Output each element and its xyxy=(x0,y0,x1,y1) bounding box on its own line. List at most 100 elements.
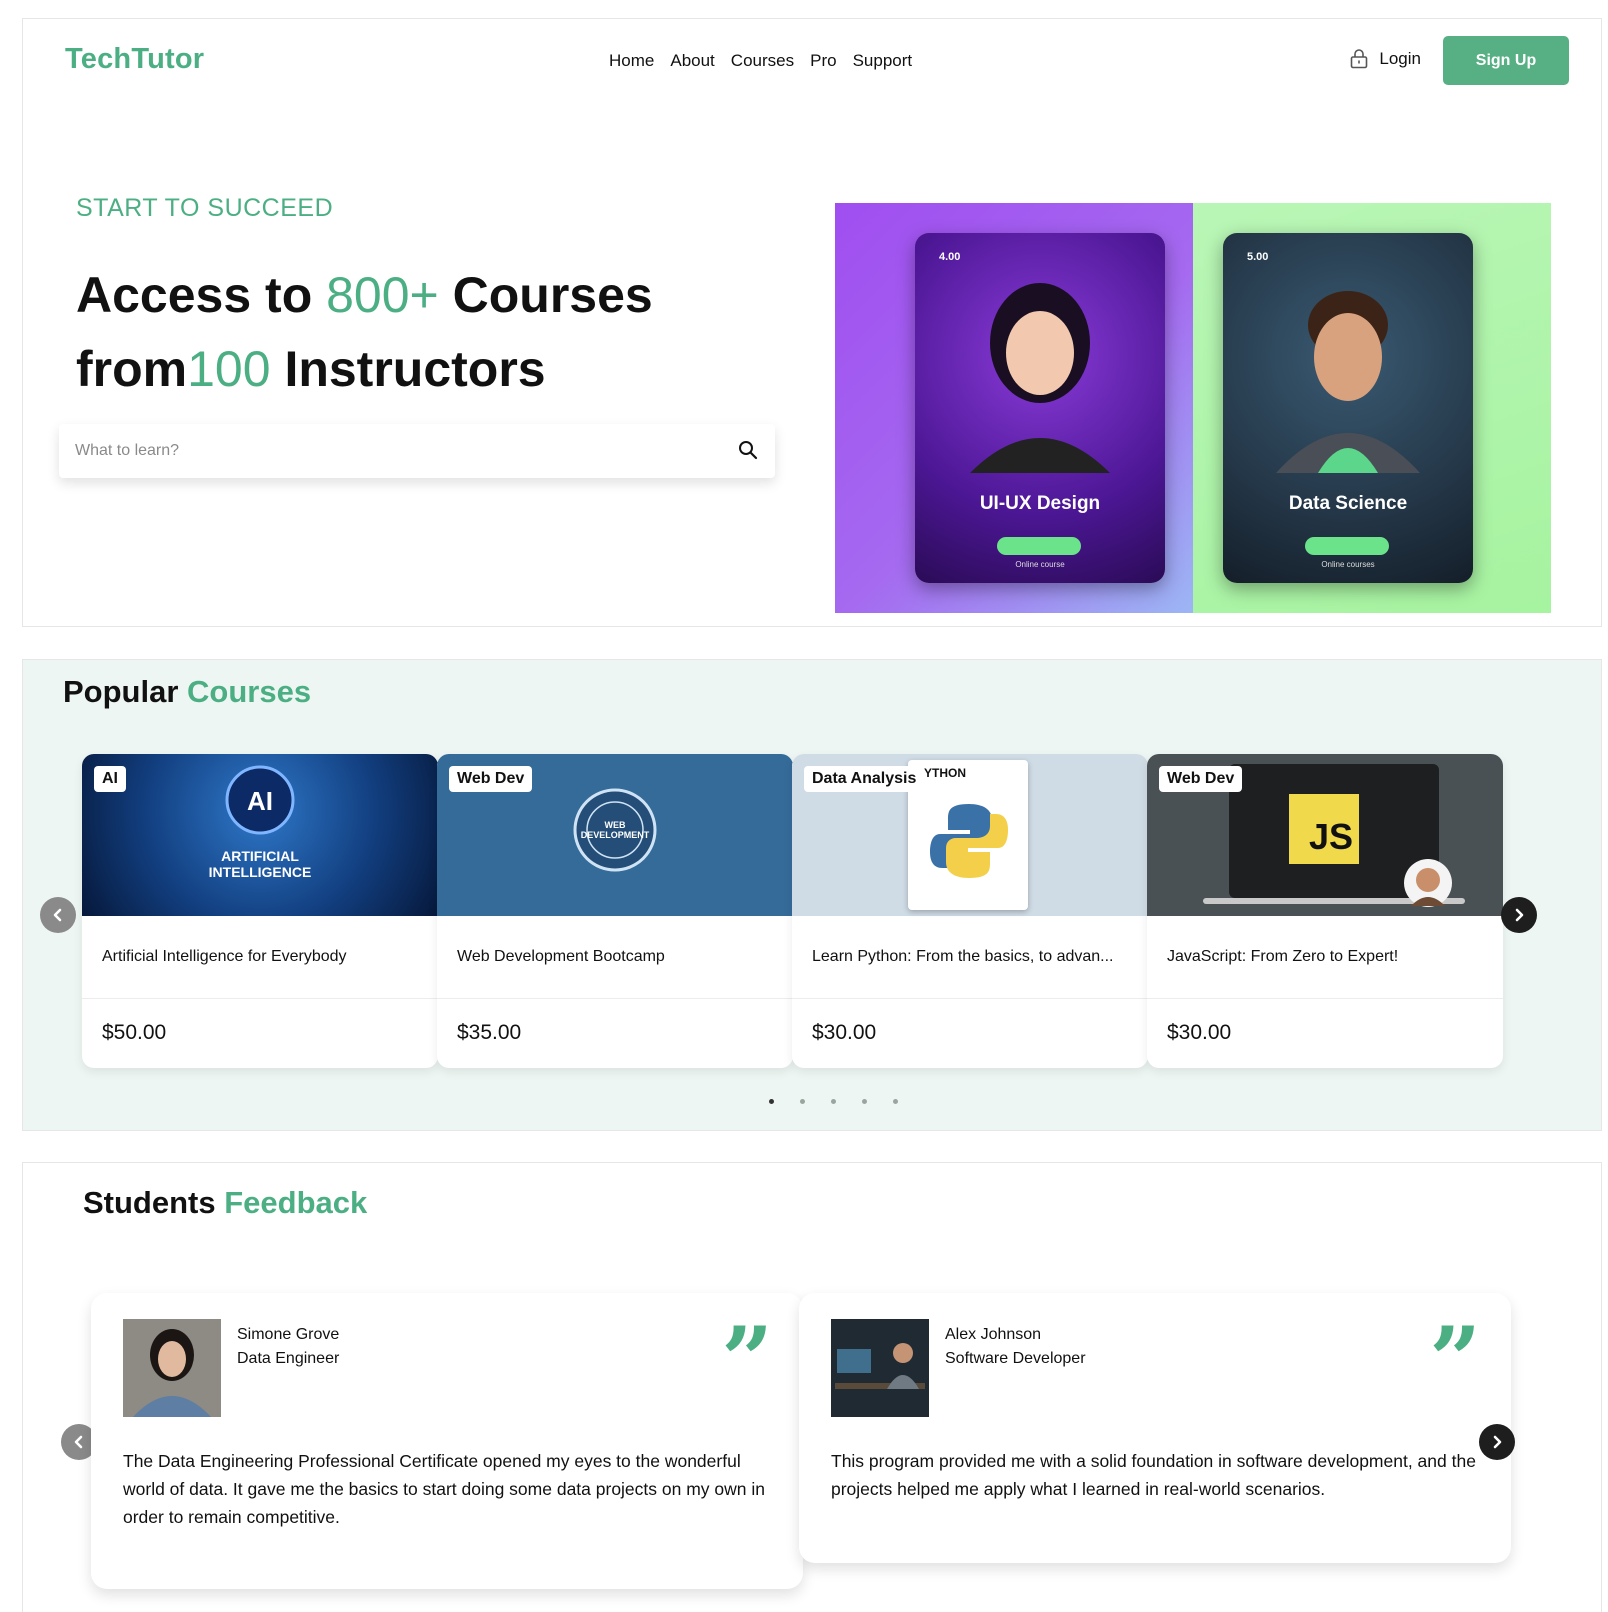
course-category-tag: Data Analysis xyxy=(804,766,925,792)
courses-next-button[interactable] xyxy=(1501,897,1537,933)
thumbnail-caption: WEB DEVELOPMENT xyxy=(580,820,650,840)
carousel-dot[interactable] xyxy=(800,1099,805,1104)
card-art-subtitle: Online courses xyxy=(1321,560,1375,569)
testimonial-card: Simone Grove Data Engineer ” The Data En… xyxy=(91,1293,803,1589)
course-thumbnail: AI ARTIFICIAL INTELLIGENCE AI xyxy=(82,754,438,916)
card-pill xyxy=(1305,537,1389,555)
card-divider xyxy=(792,998,1148,999)
login-link[interactable]: Login xyxy=(1349,49,1421,69)
svg-text:AI: AI xyxy=(247,786,273,816)
thumbnail-caption: ARTIFICIAL INTELLIGENCE xyxy=(208,848,312,880)
student-identity: Alex Johnson Software Developer xyxy=(945,1323,1086,1371)
main-menu: Home About Courses Pro Support xyxy=(609,51,912,71)
quote-icon: ” xyxy=(1429,1315,1481,1365)
card-art-title: Data Science xyxy=(1288,493,1408,514)
hero-headline: Access to 800+ Courses from100 Instructo… xyxy=(76,258,776,406)
course-card[interactable]: YTHON Data Analysis Learn Python: From t… xyxy=(792,754,1148,1068)
course-category-tag: Web Dev xyxy=(1159,766,1243,792)
hero-eyebrow: START TO SUCCEED xyxy=(76,194,334,222)
chevron-left-icon xyxy=(74,1435,83,1449)
instructor-portrait-icon xyxy=(1276,291,1420,473)
headline-course-count: 800+ xyxy=(326,267,439,323)
course-thumbnail: YTHON Data Analysis xyxy=(792,754,1148,916)
testimonial-text: The Data Engineering Professional Certif… xyxy=(123,1451,765,1527)
student-photo xyxy=(123,1319,221,1417)
python-logo-icon xyxy=(930,804,1008,878)
carousel-dot[interactable] xyxy=(862,1099,867,1104)
testimonial-card: Alex Johnson Software Developer ” This p… xyxy=(799,1293,1511,1563)
instructor-avatar xyxy=(1404,859,1452,907)
course-search-box xyxy=(59,424,775,478)
chevron-right-icon xyxy=(1515,908,1524,922)
ai-brain-icon: AI xyxy=(225,765,295,835)
login-label: Login xyxy=(1379,49,1421,68)
student-role: Software Developer xyxy=(945,1350,1086,1367)
student-photo xyxy=(831,1319,929,1417)
search-icon[interactable] xyxy=(737,439,759,461)
student-feedback-section: Students Feedback Simone Grove Data Engi… xyxy=(22,1162,1602,1612)
heading-text: Students xyxy=(83,1185,216,1220)
card-art-subtitle: Online course xyxy=(1015,560,1065,569)
feedback-next-button[interactable] xyxy=(1479,1424,1515,1460)
sign-up-button[interactable]: Sign Up xyxy=(1443,36,1569,85)
student-name: Simone Grove xyxy=(237,1326,340,1343)
carousel-dot[interactable] xyxy=(893,1099,898,1104)
course-price: $30.00 xyxy=(1167,1021,1232,1044)
carousel-dot[interactable] xyxy=(831,1099,836,1104)
card-pill xyxy=(997,537,1081,555)
testimonial-text: This program provided me with a solid fo… xyxy=(831,1451,1476,1499)
chevron-left-icon xyxy=(53,908,62,922)
heading-highlight: Courses xyxy=(187,674,312,709)
thumbnail-caption: YTHON xyxy=(924,766,966,780)
card-divider xyxy=(82,998,438,999)
heading-text: Popular xyxy=(63,674,179,709)
headline-text: from xyxy=(76,341,188,397)
courses-prev-button[interactable] xyxy=(40,897,76,933)
nav-link-courses[interactable]: Courses xyxy=(731,51,794,71)
student-role: Data Engineer xyxy=(237,1350,340,1367)
data-science-card-art: 5.00 Data Science Online courses xyxy=(1223,233,1473,583)
carousel-dot[interactable] xyxy=(769,1099,774,1104)
course-title: Web Development Bootcamp xyxy=(457,948,665,965)
quote-icon: ” xyxy=(721,1315,773,1365)
card-divider xyxy=(1147,998,1503,999)
chevron-right-icon xyxy=(1493,1435,1502,1449)
course-price: $50.00 xyxy=(102,1021,167,1044)
hero-section: START TO SUCCEED Access to 800+ Courses … xyxy=(22,100,1602,627)
carousel-pagination xyxy=(769,1099,898,1104)
course-card[interactable]: JS Web Dev JavaScript: From Zero to Expe… xyxy=(1147,754,1503,1068)
course-card[interactable]: WEB DEVELOPMENT Web Dev Web Development … xyxy=(437,754,793,1068)
nav-link-pro[interactable]: Pro xyxy=(810,51,836,71)
headline-instructor-count: 100 xyxy=(187,341,271,397)
course-search-input[interactable] xyxy=(75,437,715,465)
instructor-portrait-icon xyxy=(970,283,1110,473)
course-price: $35.00 xyxy=(457,1021,522,1044)
student-identity: Simone Grove Data Engineer xyxy=(237,1323,339,1371)
brand-logo[interactable]: TechTutor xyxy=(65,43,204,76)
course-category-tag: Web Dev xyxy=(449,766,533,792)
popular-courses-section: Popular Courses AI ARTIFICIAL INTELLIGEN… xyxy=(22,659,1602,1131)
nav-link-about[interactable]: About xyxy=(670,51,714,71)
hero-image: 4.00 UI-UX Design Online course 5.00 Dat… xyxy=(835,203,1551,613)
headline-text: Instructors xyxy=(270,341,546,397)
card-rating: 4.00 xyxy=(939,251,961,263)
popular-courses-heading: Popular Courses xyxy=(63,674,311,710)
card-rating: 5.00 xyxy=(1247,251,1269,263)
student-name: Alex Johnson xyxy=(945,1326,1042,1343)
card-art-title: UI-UX Design xyxy=(979,493,1101,514)
course-title: Learn Python: From the basics, to advan.… xyxy=(812,948,1114,965)
heading-highlight: Feedback xyxy=(224,1185,368,1220)
nav-link-home[interactable]: Home xyxy=(609,51,654,71)
course-title: Artificial Intelligence for Everybody xyxy=(102,948,347,965)
course-card[interactable]: AI ARTIFICIAL INTELLIGENCE AI Artificial… xyxy=(82,754,438,1068)
course-price: $30.00 xyxy=(812,1021,877,1044)
ui-ux-design-card-art: 4.00 UI-UX Design Online course xyxy=(915,233,1165,583)
course-category-tag: AI xyxy=(94,766,126,792)
lock-icon xyxy=(1351,49,1368,69)
course-title: JavaScript: From Zero to Expert! xyxy=(1167,948,1399,965)
course-thumbnail: JS Web Dev xyxy=(1147,754,1503,916)
course-thumbnail: WEB DEVELOPMENT Web Dev xyxy=(437,754,793,916)
card-divider xyxy=(437,998,793,999)
nav-link-support[interactable]: Support xyxy=(853,51,913,71)
feedback-heading: Students Feedback xyxy=(83,1185,367,1221)
